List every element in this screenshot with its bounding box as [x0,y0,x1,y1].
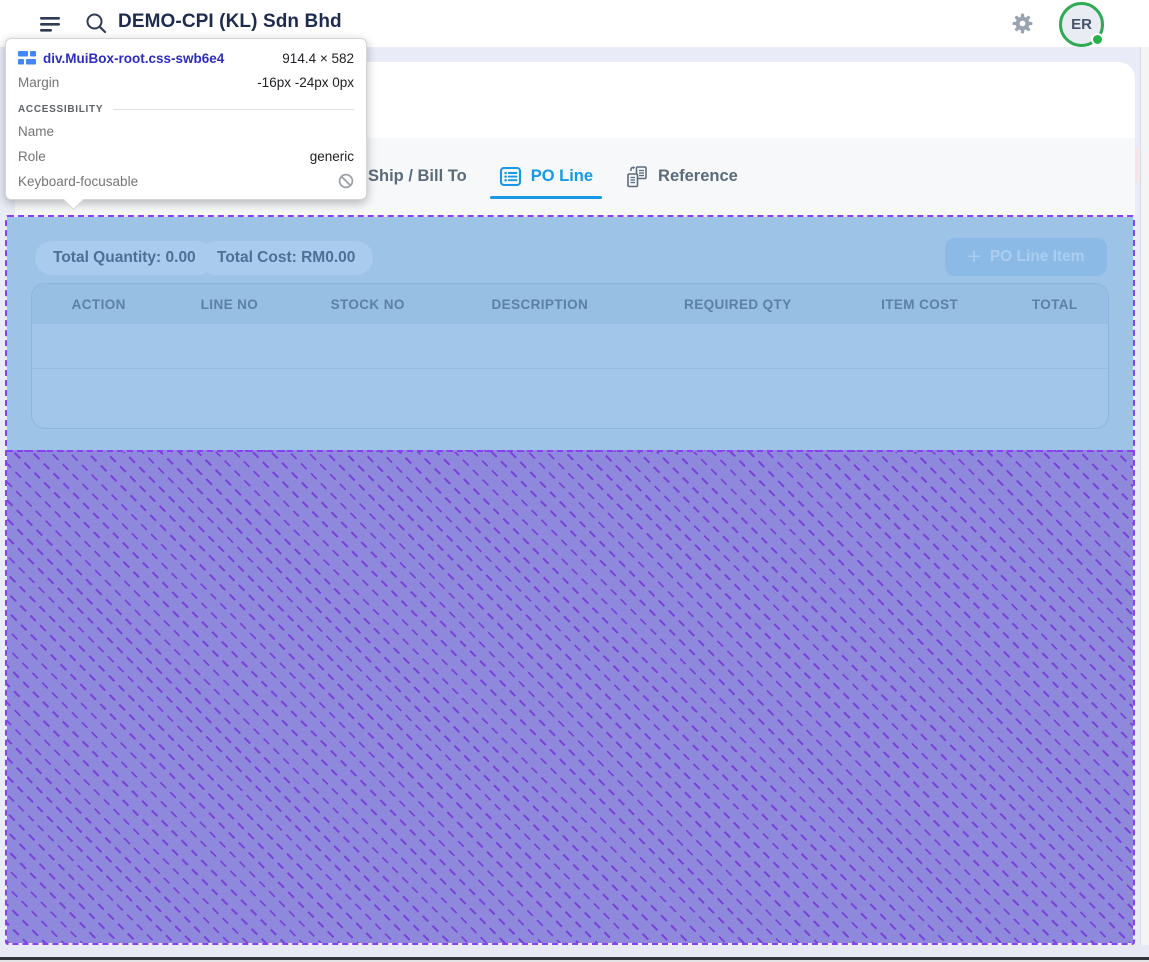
a11y-keyboard-focusable-label: Keyboard-focusable [18,174,138,189]
margin-value: -16px -24px 0px [257,75,354,90]
tab-reference[interactable]: Reference [625,138,738,215]
col-total: TOTAL [1001,297,1108,312]
total-cost-text: Total Cost: RM0.00 [217,249,355,267]
a11y-role-value: generic [310,149,354,164]
page-bottom-band [0,945,1149,957]
po-line-table-header: ACTION LINE NO STOCK NO DESCRIPTION REQU… [32,284,1108,324]
po-line-table-body [32,324,1108,429]
col-stock-no: STOCK NO [293,297,441,312]
col-item-cost: ITEM COST [838,297,1002,312]
total-quantity-chip: Total Quantity: 0.00 [35,241,214,275]
total-quantity-text: Total Quantity: 0.00 [53,249,196,267]
total-cost-chip: Total Cost: RM0.00 [199,241,373,275]
gear-icon[interactable] [1012,13,1033,34]
tab-label: PO Line [531,167,593,186]
devtools-inspect-overlay: Total Quantity: 0.00 Total Cost: RM0.00 … [5,215,1135,945]
margin-label: Margin [18,75,59,90]
po-line-table: ACTION LINE NO STOCK NO DESCRIPTION REQU… [31,283,1109,429]
tab-po-line[interactable]: PO Line [499,138,593,215]
online-status-dot [1091,33,1104,46]
tab-ship-bill-to[interactable]: Ship / Bill To [352,138,467,215]
add-po-line-item-button[interactable]: + PO Line Item [945,238,1107,276]
search-icon[interactable] [84,11,108,35]
tab-label: Ship / Bill To [368,167,467,186]
a11y-role-label: Role [18,149,46,164]
col-description: DESCRIPTION [442,297,638,312]
tab-label: Reference [658,167,738,186]
not-focusable-blocked-icon [338,173,354,189]
devtools-layout-icon [18,50,36,66]
col-action: ACTION [32,297,165,312]
menu-icon[interactable] [38,12,62,36]
a11y-name-label: Name [18,124,54,139]
heading-divider [113,109,354,110]
col-required-qty: REQUIRED QTY [638,297,838,312]
company-title: DEMO-CPI (KL) Sdn Bhd [118,11,342,33]
inspect-margin-highlight [7,450,1133,943]
add-po-line-item-label: PO Line Item [990,248,1085,266]
vertical-scrollbar[interactable] [1140,47,1149,957]
po-line-list-icon [499,165,522,188]
accessibility-heading: ACCESSIBILITY [18,104,103,115]
devtools-tooltip: div.MuiBox-root.css-swb6e4 914.4 × 582 M… [5,38,367,200]
inspect-content-highlight: Total Quantity: 0.00 Total Cost: RM0.00 … [7,217,1133,450]
col-line-no: LINE NO [165,297,293,312]
avatar-initials: ER [1071,16,1092,33]
plus-icon: + [967,245,980,268]
reference-copy-icon [625,165,649,189]
screen: DEMO-CPI (KL) Sdn Bhd ER Save [0,0,1149,962]
inspected-selector: div.MuiBox-root.css-swb6e4 [43,51,224,66]
inspected-dimensions: 914.4 × 582 [282,51,354,66]
empty-table-row [32,324,1108,369]
